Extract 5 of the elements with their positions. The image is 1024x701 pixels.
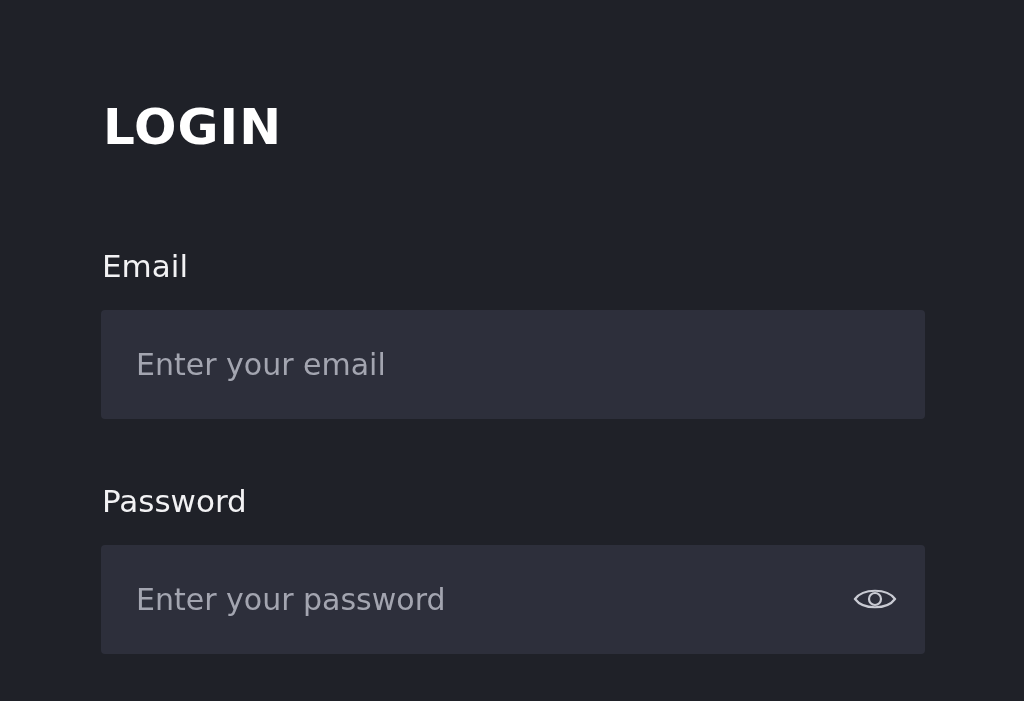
login-title: LOGIN [103, 98, 284, 156]
email-field[interactable]: Enter your email [101, 310, 925, 419]
password-field[interactable]: Enter your password [101, 545, 925, 654]
field-label: Password [102, 482, 248, 521]
field-label: Email [102, 247, 189, 286]
